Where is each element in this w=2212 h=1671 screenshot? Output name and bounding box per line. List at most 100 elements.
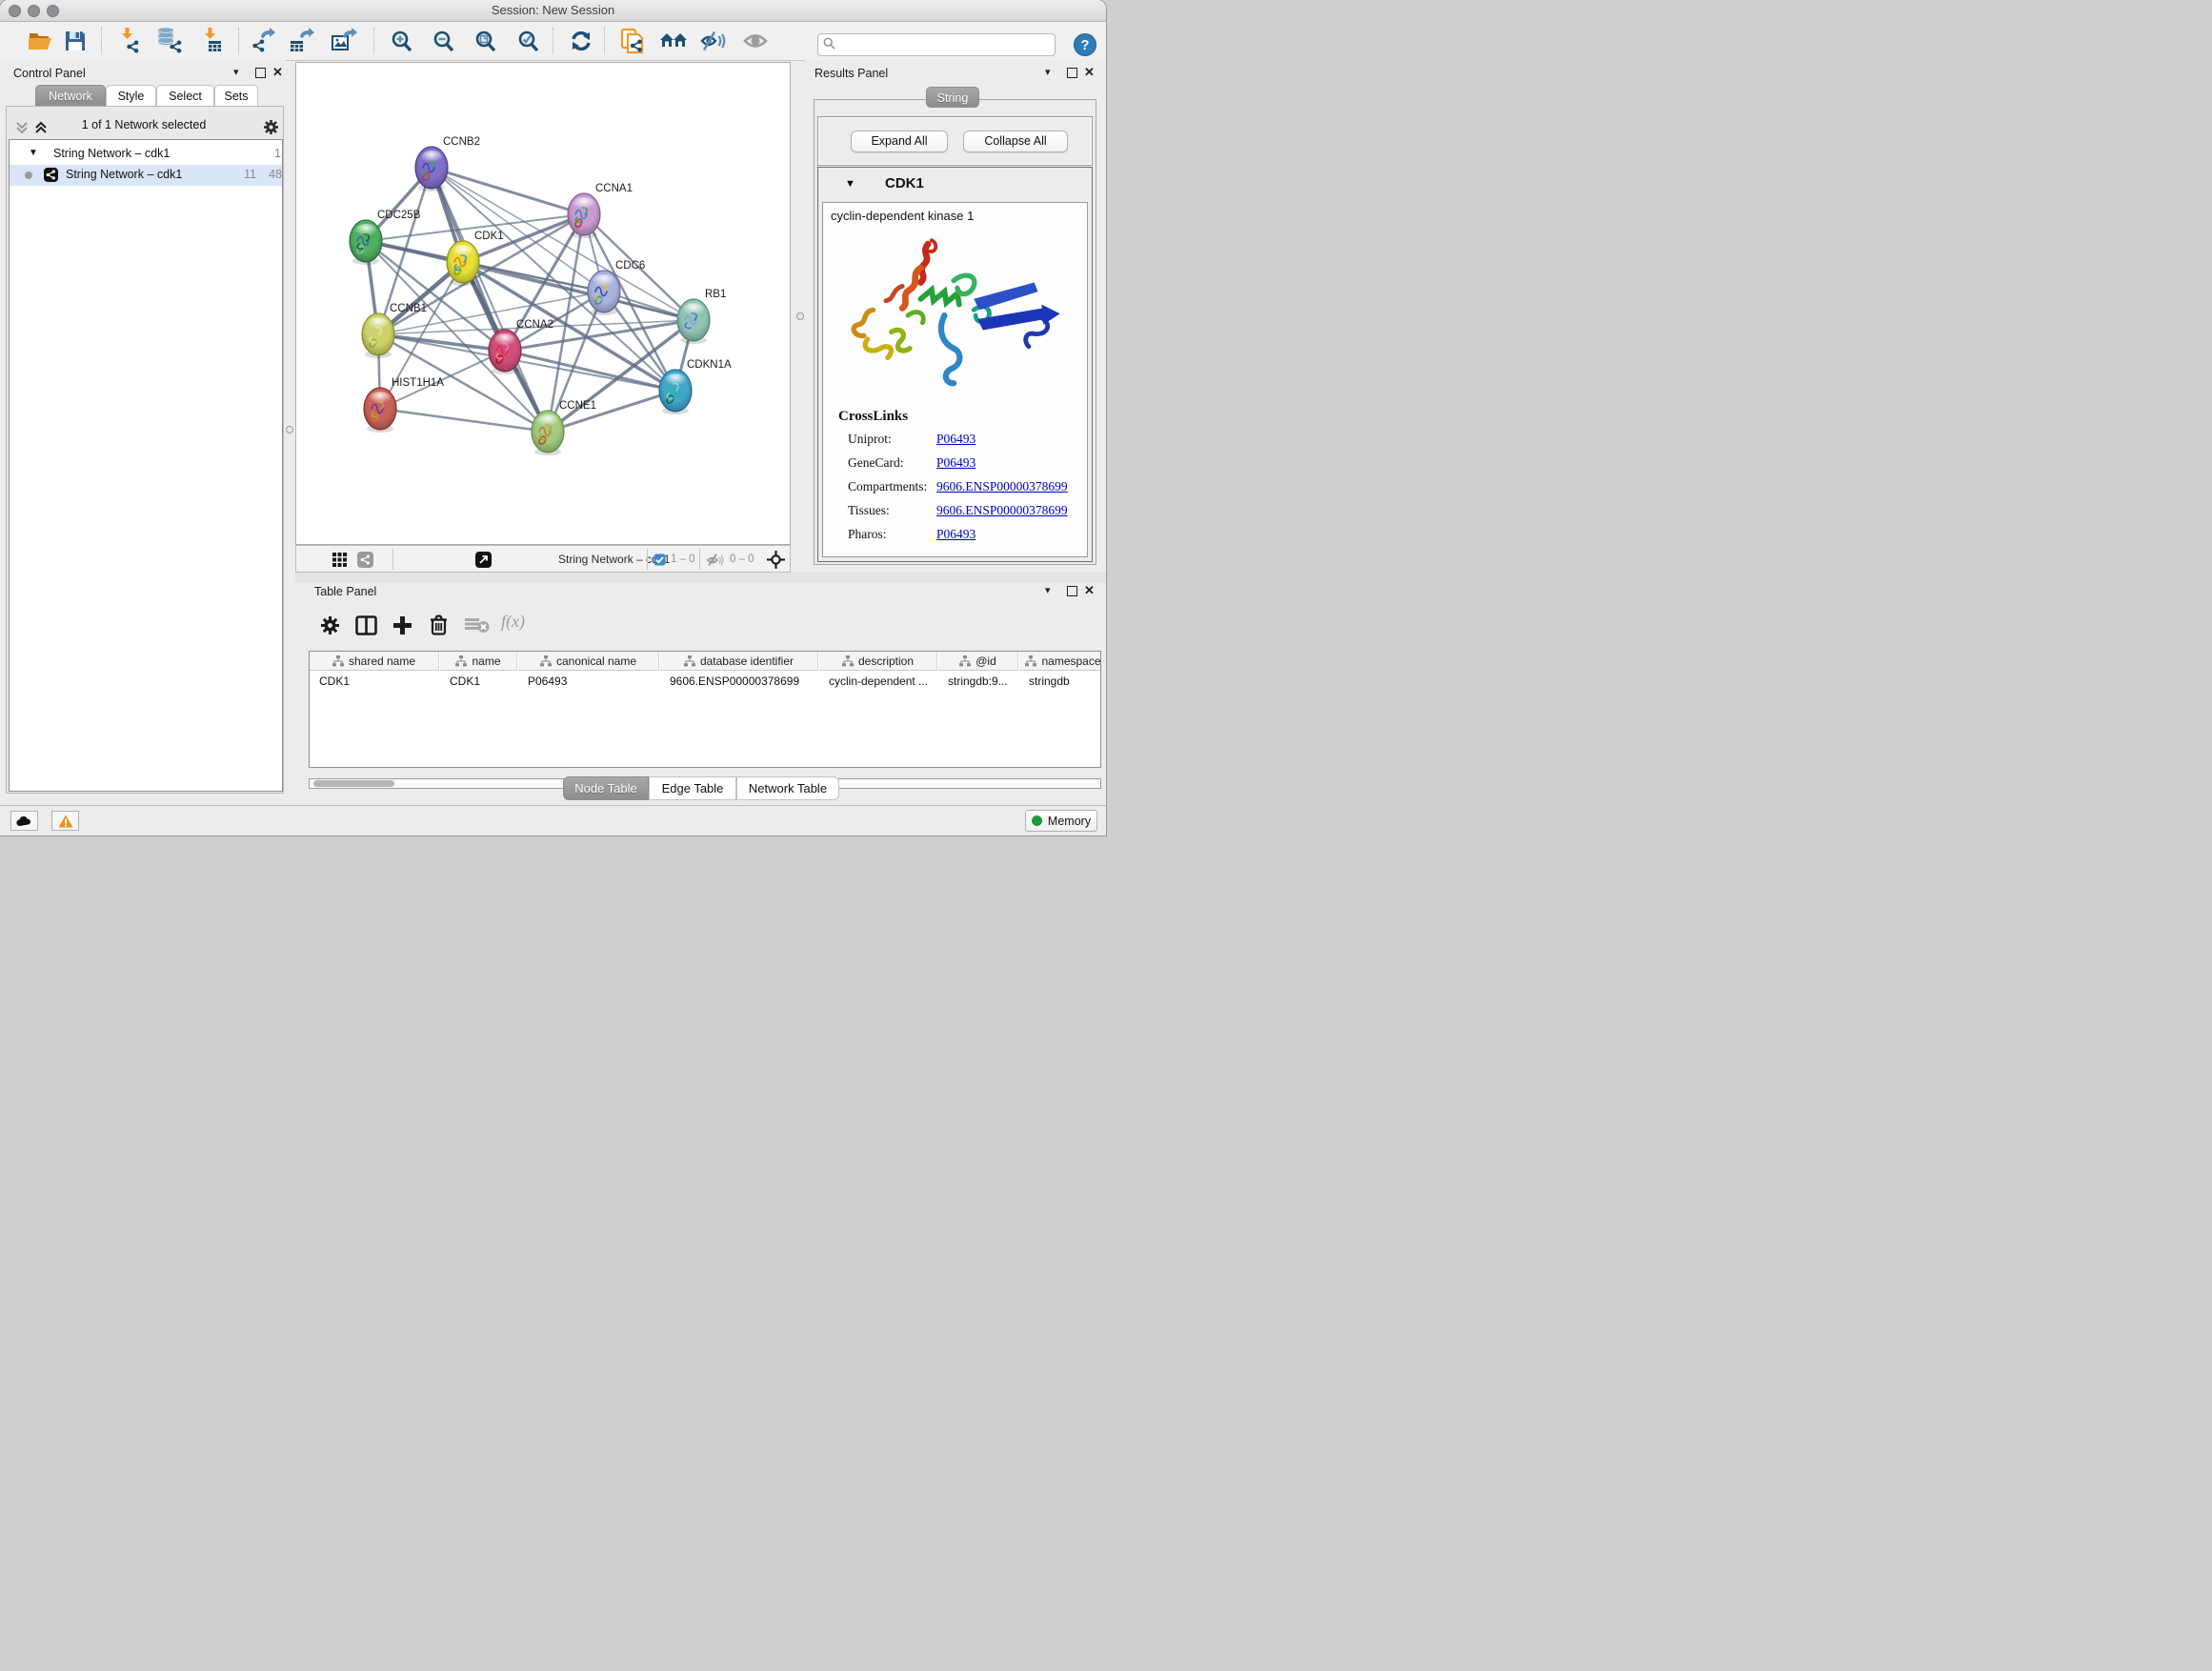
warning-status-button[interactable]	[51, 811, 79, 831]
table-tabs: Node TableEdge TableNetwork Table	[563, 776, 849, 800]
crosslink-value-link[interactable]: 9606.ENSP00000378699	[936, 479, 1068, 494]
node-CCNE1[interactable]: CCNE1	[532, 400, 596, 455]
collapse-panel-icon[interactable]: ▾	[1045, 584, 1051, 596]
protein-section-header[interactable]: ▼ CDK1	[818, 168, 1092, 202]
export-table-icon[interactable]	[288, 26, 318, 56]
string-view-icon[interactable]	[357, 550, 373, 569]
collapse-section-icon[interactable]: ▼	[845, 178, 855, 190]
node-RB1[interactable]: RB1	[677, 289, 726, 344]
crosslink-value-link[interactable]: P06493	[936, 527, 975, 542]
node-table[interactable]: shared namenamecanonical namedatabase id…	[309, 651, 1101, 768]
left-splitter-handle[interactable]	[286, 426, 293, 433]
column-header-canonical-name[interactable]: canonical name	[518, 652, 659, 671]
column-header-database-identifier[interactable]: database identifier	[660, 652, 818, 671]
save-session-icon[interactable]	[60, 26, 90, 56]
crosslink-value-link[interactable]: P06493	[936, 455, 975, 471]
selected-checkbox-icon[interactable]	[654, 550, 666, 569]
show-all-icon[interactable]	[740, 26, 771, 56]
open-session-icon[interactable]	[25, 26, 55, 56]
fit-selected-crosshair-icon[interactable]	[767, 550, 785, 569]
collapse-panel-icon[interactable]: ▾	[233, 66, 239, 78]
open-in-browser-icon[interactable]	[475, 550, 492, 569]
node-CCNB1[interactable]: CCNB1	[362, 303, 427, 358]
table-cell[interactable]: stringdb	[1019, 672, 1101, 691]
zoom-selected-icon[interactable]	[513, 26, 543, 56]
delete-column-trash-icon[interactable]	[430, 614, 448, 635]
network-collection-row[interactable]: ▼ String Network – cdk1 1	[10, 144, 282, 165]
column-header-shared-name[interactable]: shared name	[310, 652, 439, 671]
import-network-icon[interactable]	[114, 26, 145, 56]
tab-sets[interactable]: Sets	[214, 85, 258, 107]
search-input[interactable]	[817, 33, 1056, 56]
network-canvas[interactable]: CCNB2 CCNA1 CDC25B CDK1 CDC6 RB1 CCNB1 C…	[295, 62, 791, 545]
float-panel-icon[interactable]	[1067, 68, 1077, 78]
tab-node-table[interactable]: Node Table	[563, 776, 649, 800]
function-builder-icon[interactable]: f(x)	[501, 612, 525, 632]
float-panel-icon[interactable]	[255, 68, 266, 78]
tab-style[interactable]: Style	[106, 85, 156, 107]
network-options-gear-icon[interactable]	[263, 119, 279, 135]
cloud-status-button[interactable]	[10, 811, 38, 831]
edge-CCNB2-CCNA1[interactable]	[432, 168, 584, 214]
edge-CCNE1-HIST1H1A[interactable]	[380, 409, 548, 432]
zoom-fit-icon[interactable]	[470, 26, 500, 56]
string-network-graph[interactable]: CCNB2 CCNA1 CDC25B CDK1 CDC6 RB1 CCNB1 C…	[296, 63, 790, 544]
refresh-icon[interactable]	[566, 26, 596, 56]
export-image-icon[interactable]	[330, 26, 360, 56]
collapse-all-button[interactable]: Collapse All	[963, 131, 1068, 152]
birdseye-grid-icon[interactable]	[332, 550, 347, 569]
network-row-selected[interactable]: String Network – cdk1 11 48	[10, 165, 282, 186]
column-header--id[interactable]: @id	[938, 652, 1018, 671]
column-header-namespace[interactable]: namespace	[1019, 652, 1101, 671]
node-label-HIST1H1A: HIST1H1A	[392, 377, 444, 389]
table-cell[interactable]: 9606.ENSP00000378699	[660, 672, 818, 691]
node-label-CCNE1: CCNE1	[559, 400, 596, 412]
edge-CCNB2-CCNE1[interactable]	[432, 168, 548, 432]
import-network-from-database-icon[interactable]	[155, 26, 186, 56]
table-cell[interactable]: stringdb:9...	[938, 672, 1018, 691]
collapse-collection-icon[interactable]: ▼	[29, 148, 38, 158]
column-header-name[interactable]: name	[440, 652, 517, 671]
right-splitter-handle[interactable]	[796, 312, 804, 320]
delete-table-icon[interactable]	[465, 618, 490, 634]
home-layout-icon[interactable]	[658, 26, 689, 56]
close-panel-icon[interactable]: ✕	[1084, 583, 1095, 598]
node-CDKN1A[interactable]: CDKN1A	[659, 359, 732, 414]
toolbar-separator	[238, 28, 239, 54]
table-panel-divider[interactable]	[295, 573, 1106, 583]
table-cell[interactable]: cyclin-dependent ...	[819, 672, 937, 691]
hidden-eye-slash-icon[interactable]	[706, 550, 724, 569]
table-cell[interactable]: P06493	[518, 672, 659, 691]
table-cell[interactable]: CDK1	[440, 672, 517, 691]
crosslink-value-link[interactable]: P06493	[936, 432, 975, 447]
float-panel-icon[interactable]	[1067, 586, 1077, 596]
table-settings-gear-icon[interactable]	[320, 615, 340, 635]
zoom-in-icon[interactable]	[386, 26, 416, 56]
toolbar-separator	[101, 28, 102, 54]
tab-edge-table[interactable]: Edge Table	[649, 776, 736, 800]
crosslink-value-link[interactable]: 9606.ENSP00000378699	[936, 503, 1068, 518]
help-button[interactable]: ?	[1074, 33, 1096, 56]
tab-network-table[interactable]: Network Table	[736, 776, 839, 800]
export-network-icon[interactable]	[250, 26, 280, 56]
zoom-out-icon[interactable]	[428, 26, 458, 56]
tab-network[interactable]: Network	[35, 85, 106, 107]
close-panel-icon[interactable]: ✕	[272, 65, 283, 80]
import-table-icon[interactable]	[197, 26, 228, 56]
node-HIST1H1A[interactable]: HIST1H1A	[364, 377, 444, 433]
clone-network-icon[interactable]	[616, 26, 647, 56]
tab-string[interactable]: String	[926, 87, 979, 108]
scrollbar-thumb[interactable]	[313, 780, 394, 787]
hide-selected-icon[interactable]	[698, 26, 729, 56]
close-panel-icon[interactable]: ✕	[1084, 65, 1095, 80]
table-cell[interactable]: CDK1	[310, 672, 439, 691]
tab-select[interactable]: Select	[156, 85, 214, 107]
column-header-description[interactable]: description	[819, 652, 937, 671]
add-column-icon[interactable]	[392, 615, 412, 635]
expand-all-button[interactable]: Expand All	[851, 131, 948, 152]
collapse-panel-icon[interactable]: ▾	[1045, 66, 1051, 78]
table-panel-header: Table Panel ▾ ✕	[295, 583, 1106, 606]
column-header-label: @id	[975, 654, 996, 668]
memory-button[interactable]: Memory	[1025, 810, 1097, 832]
show-columns-icon[interactable]	[355, 615, 377, 635]
